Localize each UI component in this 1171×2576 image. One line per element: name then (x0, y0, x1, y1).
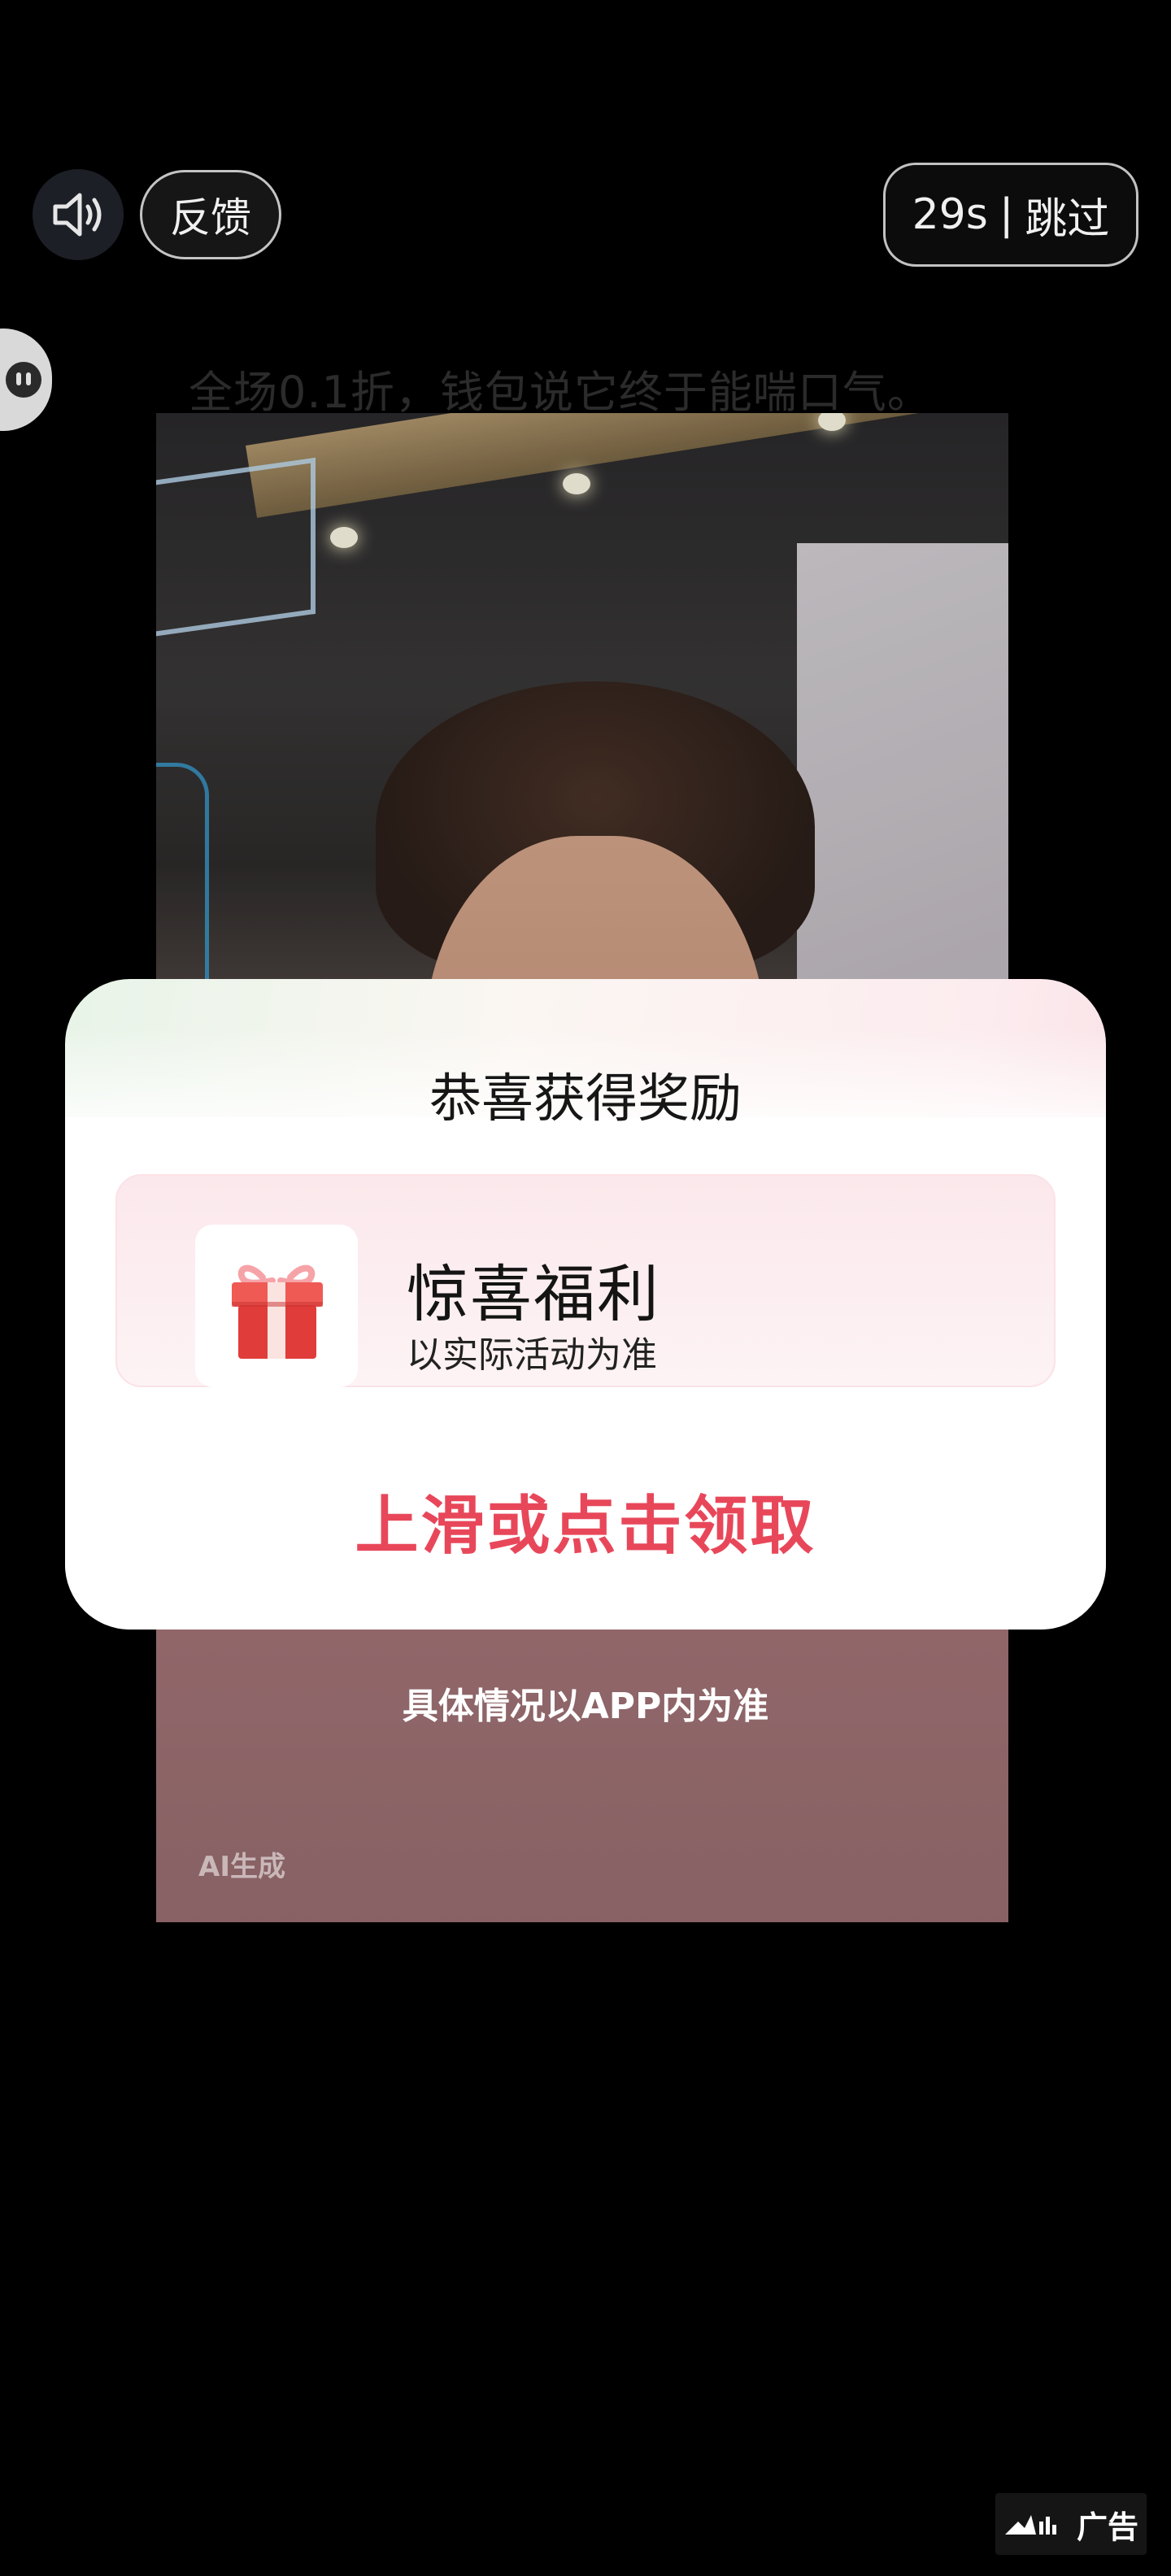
reward-card[interactable]: 恭喜获得奖励 惊喜福利 以实际活动为准 上滑或点击领取 (65, 979, 1106, 1630)
gift-tile (195, 1225, 358, 1387)
chat-bubble-icon (6, 362, 41, 398)
claim-button[interactable]: 上滑或点击领取 (65, 1475, 1106, 1566)
prize-box[interactable]: 惊喜福利 以实际活动为准 (115, 1174, 1056, 1387)
video-caption: 全场0.1折，钱包说它终于能喘口气。 (189, 367, 932, 418)
ad-logo-icon (1004, 2515, 1056, 2535)
gift-box-icon (232, 1264, 323, 1359)
skip-label: 跳过 (1025, 194, 1110, 244)
skip-button[interactable]: 29s | 跳过 (883, 163, 1138, 267)
prize-subtitle: 以实际活动为准 (407, 1334, 657, 1376)
skip-separator: | (999, 190, 1014, 239)
side-chat-tab[interactable] (0, 329, 52, 431)
feedback-label: 反馈 (170, 194, 251, 242)
feedback-button[interactable]: 反馈 (140, 170, 281, 259)
ai-generated-label: AI生成 (198, 1851, 285, 1883)
ad-badge: 广告 (995, 2493, 1147, 2555)
prize-name: 惊喜福利 (407, 1258, 660, 1330)
ad-label: 广告 (1076, 2509, 1138, 2545)
sound-toggle-button[interactable] (33, 169, 124, 260)
speaker-icon (53, 193, 102, 237)
reward-title: 恭喜获得奖励 (429, 1069, 742, 1129)
disclaimer-text: 具体情况以APP内为准 (402, 1686, 769, 1727)
countdown-text: 29s (912, 190, 988, 239)
